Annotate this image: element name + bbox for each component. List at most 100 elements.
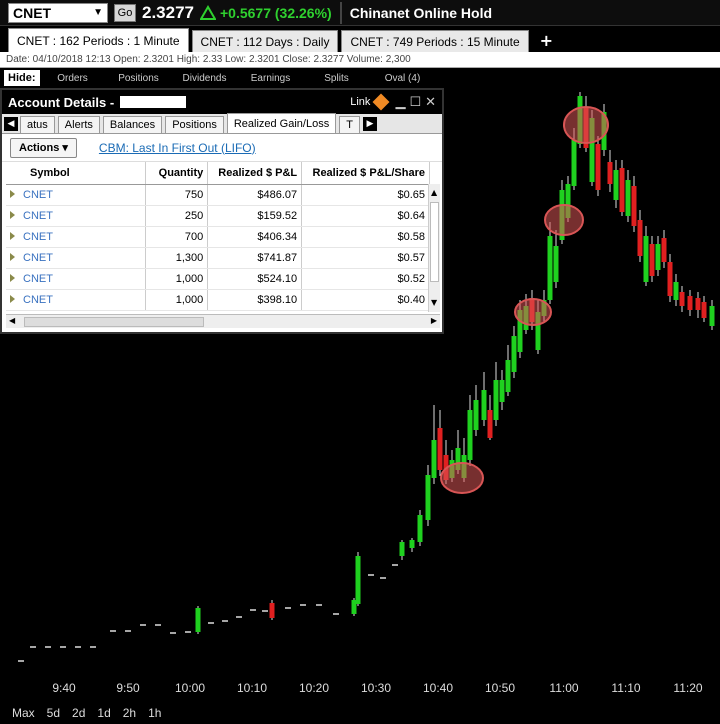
timeframe-2h[interactable]: 2h [123,706,136,720]
timeframe-bar: Max 5d 2d 1d 2h 1h [0,702,720,724]
study-dividends[interactable]: Dividends [172,73,238,84]
candle-up [355,556,361,604]
study-oval[interactable]: Oval (4) [370,73,436,84]
cell-realized-pl: $486.07 [207,184,303,206]
account-number-redacted [120,96,187,108]
minimize-icon[interactable]: ▁ [395,95,405,110]
oval-marker[interactable] [514,298,552,326]
scroll-left-icon[interactable]: ◀ [9,316,15,325]
timeframe-1d[interactable]: 1d [97,706,110,720]
symbol-text: CNET [23,230,53,243]
tab-balances[interactable]: Balances [102,116,163,133]
candle-down [607,162,613,184]
timeframe-1h[interactable]: 1h [148,706,161,720]
col-realized-pl[interactable]: Realized $ P&L [207,162,303,185]
timeframe-5d[interactable]: 5d [47,706,60,720]
candle-down [595,144,601,190]
study-orders[interactable]: Orders [40,73,106,84]
candle-up [655,244,661,270]
go-button[interactable]: Go [114,3,136,22]
expand-triangle-icon[interactable] [10,294,15,303]
x-tick-label: 9:40 [52,681,76,695]
table-row[interactable]: CNET 1,000 $398.10 $0.40 [6,289,430,311]
timeframe-2d[interactable]: 2d [72,706,85,720]
col-realized-pl-share[interactable]: Realized $ P&L/Share [301,162,430,185]
tab-scroll-left-icon[interactable]: ◀ [4,116,18,131]
panel-title-bar: Account Details - Link ▁ ☐ ✕ [2,90,442,114]
tab-t[interactable]: T [339,116,360,133]
tab-realized-gain-loss[interactable]: Realized Gain/Loss [226,113,337,133]
tab-status[interactable]: atus [20,116,55,133]
tab-1-minute[interactable]: CNET : 162 Periods : 1 Minute [8,28,189,52]
cbm-link[interactable]: CBM: Last In First Out (LIFO) [99,141,256,155]
cell-realized-pl: $398.10 [207,289,303,311]
scroll-down-icon[interactable]: ▼ [431,298,437,307]
table-row[interactable]: CNET 1,300 $741.87 $0.57 [6,247,430,269]
study-splits[interactable]: Splits [304,73,370,84]
symbol-text: CNET [23,293,53,306]
scroll-thumb[interactable] [430,202,439,282]
close-icon[interactable]: ✕ [425,95,436,110]
table-row[interactable]: CNET 750 $486.07 $0.65 [6,184,430,206]
table-row[interactable]: CNET 250 $159.52 $0.64 [6,205,430,227]
tab-positions[interactable]: Positions [165,116,224,133]
candle-down [637,220,643,256]
symbol-value: CNET [13,4,52,21]
candle-down [631,186,637,226]
col-quantity[interactable]: Quantity [145,162,209,185]
tab-alerts[interactable]: Alerts [57,116,100,133]
candle-up [425,475,431,520]
scroll-right-icon[interactable]: ▶ [431,316,437,325]
cell-symbol: CNET [6,268,147,290]
cell-quantity: 750 [145,184,209,206]
candle-down [661,238,667,262]
oval-marker[interactable] [563,106,609,144]
horizontal-scrollbar[interactable]: ◀ ▶ [6,314,440,328]
oval-marker[interactable] [440,462,484,494]
x-tick-label: 10:00 [175,681,205,695]
tab-15-minute[interactable]: CNET : 749 Periods : 15 Minute [341,30,529,52]
candle-up [499,380,505,402]
expand-triangle-icon[interactable] [10,273,15,282]
table-row[interactable]: CNET 700 $406.34 $0.58 [6,226,430,248]
cell-realized-pl: $524.10 [207,268,303,290]
ticker-bar: CNET ▼ Go 2.3277 +0.5677 (32.26%) Chinan… [0,0,720,26]
candle-up [505,360,511,392]
vertical-scrollbar[interactable]: ▲ ▼ [428,184,440,312]
oval-marker[interactable] [544,204,584,236]
candle-up [195,608,201,632]
x-tick-label: 10:10 [237,681,267,695]
price-change: +0.5677 (32.26%) [220,4,332,21]
link-diamond-icon[interactable] [372,93,390,111]
cell-symbol: CNET [6,247,147,269]
horizontal-scroll-thumb[interactable] [24,317,204,327]
candle-down [695,298,701,310]
x-tick-label: 9:50 [116,681,140,695]
candle-up [473,400,479,430]
tab-daily[interactable]: CNET : 112 Days : Daily [191,30,339,52]
link-label[interactable]: Link [350,96,370,108]
tab-scroll-right-icon[interactable]: ▶ [362,116,377,131]
candle-down [269,603,275,618]
candle-up [417,515,423,542]
candle-up [493,380,499,420]
cell-realized-pl-share: $0.40 [301,289,430,311]
expand-triangle-icon[interactable] [10,252,15,261]
candle-up [431,440,437,478]
study-positions[interactable]: Positions [106,73,172,84]
col-symbol[interactable]: Symbol [6,162,147,185]
x-tick-label: 11:20 [673,681,702,695]
panel-tabs: ◀ atus Alerts Balances Positions Realize… [2,113,442,134]
maximize-icon[interactable]: ☐ [409,95,421,110]
actions-button[interactable]: Actions ▾ [10,137,77,158]
add-tab-button[interactable]: + [540,31,553,50]
hide-button[interactable]: Hide: [4,70,40,86]
expand-triangle-icon[interactable] [10,189,15,198]
timeframe-max[interactable]: Max [12,706,35,720]
scroll-up-icon[interactable]: ▲ [431,188,437,197]
expand-triangle-icon[interactable] [10,210,15,219]
study-earnings[interactable]: Earnings [238,73,304,84]
table-row[interactable]: CNET 1,000 $524.10 $0.52 [6,268,430,290]
symbol-select[interactable]: CNET ▼ [8,2,108,23]
expand-triangle-icon[interactable] [10,231,15,240]
